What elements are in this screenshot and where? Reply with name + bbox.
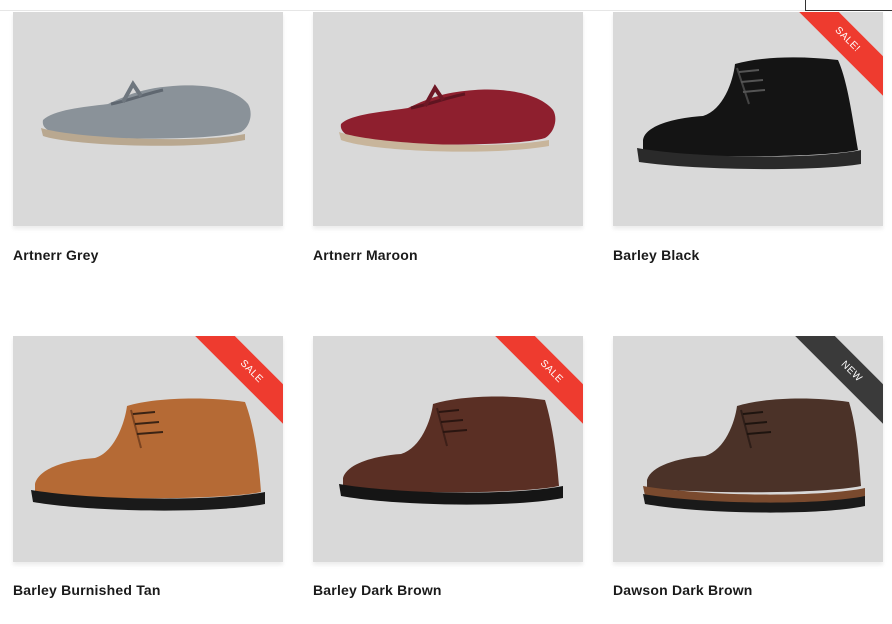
product-image[interactable]: SALE! (613, 12, 883, 226)
shoe-image-loafer (41, 80, 251, 146)
product-card-artnerr-maroon[interactable]: Artnerr Maroon (313, 12, 583, 263)
product-name[interactable]: Barley Burnished Tan (13, 582, 161, 598)
product-name[interactable]: Barley Dark Brown (313, 582, 442, 598)
product-card-artnerr-grey[interactable]: Artnerr Grey (13, 12, 283, 263)
product-card-dawson-dark-brown[interactable]: NEW Dawson Dark Brown (613, 336, 883, 598)
product-card-barley-black[interactable]: SALE! Barley Black (613, 12, 883, 263)
product-name[interactable]: Dawson Dark Brown (613, 582, 753, 598)
product-card-barley-dark-brown[interactable]: SALE Barley Dark Brown (313, 336, 583, 598)
product-image[interactable]: SALE (13, 336, 283, 562)
product-name[interactable]: Artnerr Grey (13, 247, 99, 263)
product-name[interactable]: Artnerr Maroon (313, 247, 418, 263)
product-name[interactable]: Barley Black (613, 247, 699, 263)
product-image[interactable] (313, 12, 583, 226)
shoe-image-loafer (339, 84, 556, 152)
product-image[interactable]: SALE (313, 336, 583, 562)
product-image[interactable]: NEW (613, 336, 883, 562)
product-grid: Artnerr Grey Artnerr Maroon SALE! Barley… (0, 0, 892, 624)
product-card-barley-burnished-tan[interactable]: SALE Barley Burnished Tan (13, 336, 283, 598)
product-image[interactable] (13, 12, 283, 226)
